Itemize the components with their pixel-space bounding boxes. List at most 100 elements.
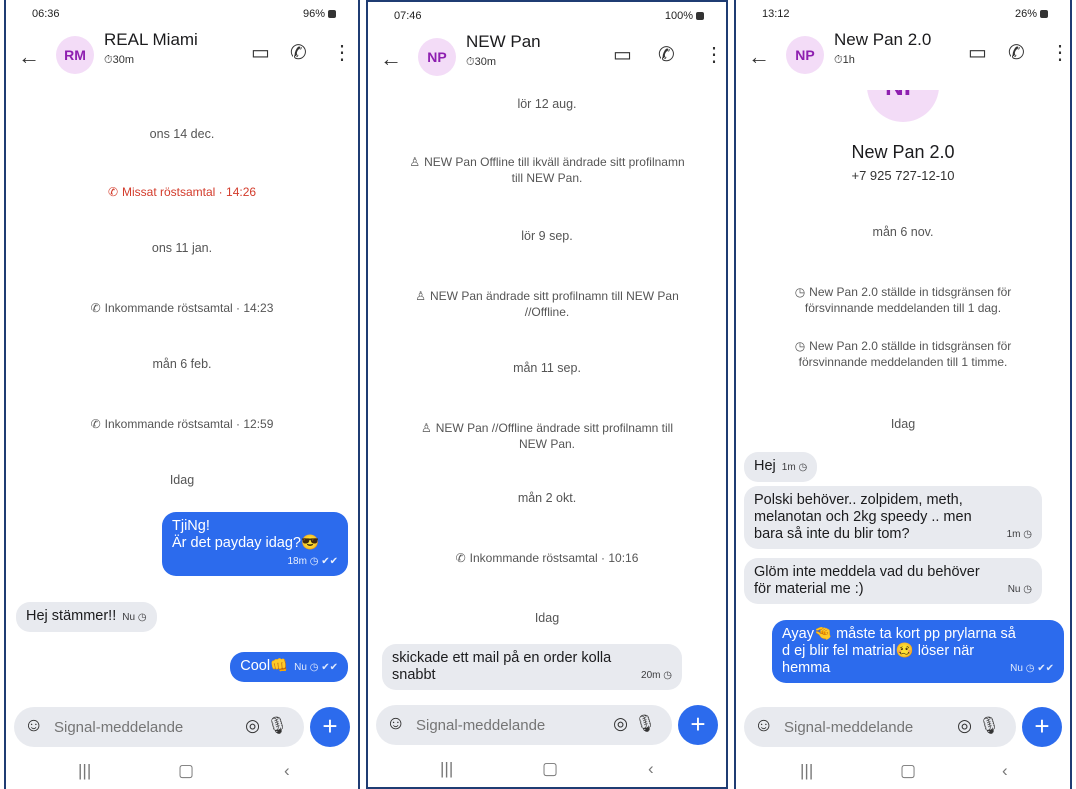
message-meta: 1m ◷	[781, 462, 808, 473]
outgoing-message[interactable]: Cool👊 Nu ◷ ✔✔	[230, 652, 348, 682]
contact-name[interactable]: NEW Pan	[466, 32, 541, 52]
home-icon[interactable]: ▢	[900, 761, 916, 781]
phone-screen-new-pan-2: 13:12 26% ← NP New Pan 2.0 ⏱1h ▭ ✆ ⋮ NP …	[734, 0, 1072, 789]
emoji-icon[interactable]: ☺	[24, 715, 43, 737]
message-meta: 1m ◷	[1006, 529, 1032, 540]
more-options-icon[interactable]: ⋮	[332, 40, 352, 65]
attach-button[interactable]: +	[1022, 707, 1062, 747]
recent-apps-icon[interactable]: |||	[800, 761, 813, 781]
conversation-header: ← NP NEW Pan ⏱30m ▭ ✆ ⋮	[368, 28, 726, 92]
more-options-icon[interactable]: ⋮	[1050, 40, 1070, 65]
recent-apps-icon[interactable]: |||	[78, 761, 91, 781]
more-options-icon[interactable]: ⋮	[704, 42, 724, 67]
incoming-message[interactable]: Hej stämmer!! Nu ◷	[16, 602, 157, 632]
back-arrow-icon[interactable]: ←	[380, 46, 402, 72]
message-meta: 20m ◷	[641, 670, 672, 681]
missed-call-icon: ✆	[107, 185, 118, 199]
profile-change-event: ♙ NEW Pan ändrade sitt profilnamn till NE…	[415, 289, 679, 319]
phone-call-icon[interactable]: ✆	[1008, 40, 1025, 65]
person-icon: ♙	[409, 155, 421, 169]
incoming-call-icon: ✆	[90, 301, 101, 315]
android-nav-bar: ||| ▢ ‹	[736, 753, 1070, 789]
message-list[interactable]: NP New Pan 2.0 +7 925 727-12-10 mån 6 no…	[736, 90, 1070, 707]
phone-screen-real-miami: 06:36 96% ← RM REAL Miami ⏱30m ▭ ✆ ⋮ ons…	[4, 0, 360, 789]
recent-apps-icon[interactable]: |||	[440, 759, 453, 779]
timer-icon: ◷	[794, 285, 806, 299]
profile-phone: +7 925 727-12-10	[851, 168, 955, 183]
camera-icon[interactable]: ◎	[245, 716, 260, 736]
timer-change-event: ◷ New Pan 2.0 ställde in tidsgränsen för …	[794, 339, 1012, 369]
status-battery: 96%	[303, 8, 336, 20]
incoming-call-icon: ✆	[455, 551, 466, 565]
disappearing-timer: ⏱30m	[466, 56, 496, 68]
home-icon[interactable]: ▢	[178, 761, 194, 781]
incoming-message[interactable]: Polski behöver.. zolpidem, meth, melanot…	[744, 486, 1042, 549]
microphone-icon[interactable]: 🎙	[978, 716, 1000, 736]
profile-change-event: ♙ NEW Pan //Offline ändrade sitt profilna…	[421, 421, 673, 451]
emoji-icon[interactable]: ☺	[386, 713, 405, 735]
date-divider: mån 2 okt.	[517, 491, 577, 505]
avatar[interactable]: RM	[56, 36, 94, 74]
message-list[interactable]: lör 12 aug. ♙ NEW Pan Offline till ikväll…	[368, 92, 726, 705]
battery-icon	[1040, 10, 1048, 18]
message-input[interactable]	[416, 713, 566, 737]
incoming-call-event: ✆ Inkommande röstsamtal · 12:59	[90, 417, 274, 431]
message-meta: 18m ◷ ✔✔	[287, 556, 339, 567]
date-divider: mån 6 nov.	[872, 225, 934, 239]
video-call-icon[interactable]: ▭	[968, 40, 987, 65]
message-meta: Nu ◷ ✔✔	[294, 662, 338, 673]
nav-back-icon[interactable]: ‹	[648, 759, 654, 779]
attach-button[interactable]: +	[678, 705, 718, 745]
status-bar: 13:12 26%	[736, 0, 1070, 26]
date-divider: lör 12 aug.	[517, 97, 577, 111]
back-arrow-icon[interactable]: ←	[748, 44, 770, 70]
microphone-icon[interactable]: 🎙	[634, 714, 656, 734]
message-meta: Nu ◷	[1007, 584, 1032, 595]
date-divider: mån 11 sep.	[513, 361, 581, 375]
incoming-message[interactable]: Glöm inte meddela vad du behöver för mat…	[744, 558, 1042, 604]
video-call-icon[interactable]: ▭	[251, 40, 270, 65]
incoming-call-event: ✆ Inkommande röstsamtal · 10:16	[455, 551, 639, 565]
status-time: 07:46	[394, 10, 422, 22]
date-divider: ons 11 jan.	[151, 241, 213, 255]
message-input[interactable]	[54, 715, 204, 739]
profile-change-event: ♙ NEW Pan Offline till ikväll ändrade sit…	[409, 155, 685, 185]
message-list[interactable]: ons 14 dec. ✆ Missat röstsamtal · 14:26 o…	[6, 90, 358, 707]
contact-name[interactable]: REAL Miami	[104, 30, 198, 50]
timer-icon: ◷	[794, 339, 806, 353]
nav-back-icon[interactable]: ‹	[284, 761, 290, 781]
android-nav-bar: ||| ▢ ‹	[6, 753, 358, 789]
phone-call-icon[interactable]: ✆	[290, 40, 307, 65]
outgoing-message[interactable]: TjiNg! Är det payday idag?😎 18m ◷ ✔✔	[162, 512, 348, 576]
contact-name[interactable]: New Pan 2.0	[834, 30, 931, 50]
microphone-icon[interactable]: 🎙	[266, 716, 288, 736]
camera-icon[interactable]: ◎	[957, 716, 972, 736]
incoming-message[interactable]: Hej 1m ◷	[744, 452, 818, 482]
profile-avatar: NP	[867, 90, 939, 122]
status-time: 06:36	[32, 8, 60, 20]
video-call-icon[interactable]: ▭	[613, 42, 632, 67]
incoming-message[interactable]: skickade ett mail på en order kolla snab…	[382, 644, 682, 690]
avatar[interactable]: NP	[786, 36, 824, 74]
phone-call-icon[interactable]: ✆	[658, 42, 675, 67]
person-icon: ♙	[421, 421, 432, 435]
missed-call-event: ✆ Missat röstsamtal · 14:26	[107, 185, 257, 199]
message-meta: Nu ◷ ✔✔	[1010, 663, 1054, 674]
date-divider: Idag	[534, 611, 560, 625]
status-bar: 06:36 96%	[6, 0, 358, 26]
incoming-call-event: ✆ Inkommande röstsamtal · 14:23	[90, 301, 274, 315]
date-divider: lör 9 sep.	[521, 229, 573, 243]
outgoing-message[interactable]: Ayay🤏 måste ta kort pp prylarna så d ej …	[772, 620, 1064, 683]
back-arrow-icon[interactable]: ←	[18, 44, 40, 70]
status-bar: 07:46 100%	[368, 2, 726, 28]
timer-change-event: ◷ New Pan 2.0 ställde in tidsgränsen för …	[794, 285, 1012, 315]
attach-button[interactable]: +	[310, 707, 350, 747]
person-icon: ♙	[415, 289, 426, 303]
home-icon[interactable]: ▢	[542, 759, 558, 779]
camera-icon[interactable]: ◎	[613, 714, 628, 734]
message-input[interactable]	[784, 715, 934, 739]
date-divider: ons 14 dec.	[149, 127, 215, 141]
avatar[interactable]: NP	[418, 38, 456, 76]
emoji-icon[interactable]: ☺	[754, 715, 773, 737]
nav-back-icon[interactable]: ‹	[1002, 761, 1008, 781]
